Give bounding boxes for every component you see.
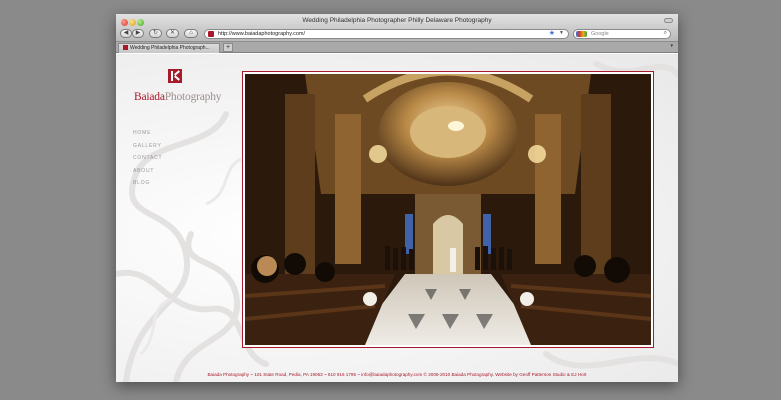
search-field[interactable]: Google ⌕ [573, 29, 671, 39]
stop-button[interactable]: ✕ [166, 29, 179, 38]
site-logo[interactable]: BaiadaPhotography [134, 91, 222, 103]
cathedral-scene [245, 74, 651, 345]
nav-about[interactable]: ABOUT [133, 168, 162, 181]
web-page: BaiadaPhotography HOME GALLERY CONTACT A… [116, 54, 678, 382]
home-button[interactable]: ⌂ [184, 29, 198, 38]
nav-blog[interactable]: BLOG [133, 180, 162, 193]
nav-home[interactable]: HOME [133, 130, 162, 143]
google-engine-icon[interactable] [576, 31, 587, 37]
address-dropdown-icon[interactable]: ▼ [559, 30, 564, 36]
new-tab-button[interactable]: + [223, 43, 233, 52]
tab-active[interactable]: Wedding Philadelphia Photograph... [118, 43, 220, 53]
browser-toolbar: Wedding Philadelphia Photographer Philly… [116, 14, 678, 42]
tab-overflow-icon[interactable]: ▾ [670, 43, 673, 49]
tab-favicon-icon [123, 45, 128, 50]
site-nav: HOME GALLERY CONTACT ABOUT BLOG [133, 130, 162, 193]
browser-window: Wedding Philadelphia Photographer Philly… [116, 14, 678, 382]
site-footer: Baiada Photography ~ 101 State Road, Ped… [207, 372, 587, 377]
search-icon[interactable]: ⌕ [664, 30, 667, 37]
logo-primary: Baiada [134, 91, 165, 103]
window-title: Wedding Philadelphia Photographer Philly… [302, 17, 492, 24]
back-button[interactable]: ◀ [120, 29, 132, 38]
address-bar[interactable]: http://www.baiadaphotography.com/ ★ ▼ [204, 29, 569, 39]
logo-mark[interactable] [168, 69, 182, 83]
toolbar-toggle-button[interactable] [664, 18, 673, 23]
forward-button[interactable]: ▶ [132, 29, 144, 38]
site-favicon-icon [208, 31, 214, 37]
logo-secondary: Photography [164, 91, 222, 103]
search-placeholder: Google [591, 31, 609, 37]
tab-label: Wedding Philadelphia Photograph... [130, 45, 210, 51]
tab-strip: Wedding Philadelphia Photograph... + ▾ [116, 42, 678, 53]
bookmark-star-icon[interactable]: ★ [549, 29, 555, 37]
reload-button[interactable]: ↻ [149, 29, 162, 38]
cathedral-wedding-photo [245, 74, 651, 345]
nav-gallery[interactable]: GALLERY [133, 143, 162, 156]
address-url: http://www.baiadaphotography.com/ [218, 31, 306, 37]
featured-photo-frame [242, 71, 654, 348]
nav-contact[interactable]: CONTACT [133, 155, 162, 168]
